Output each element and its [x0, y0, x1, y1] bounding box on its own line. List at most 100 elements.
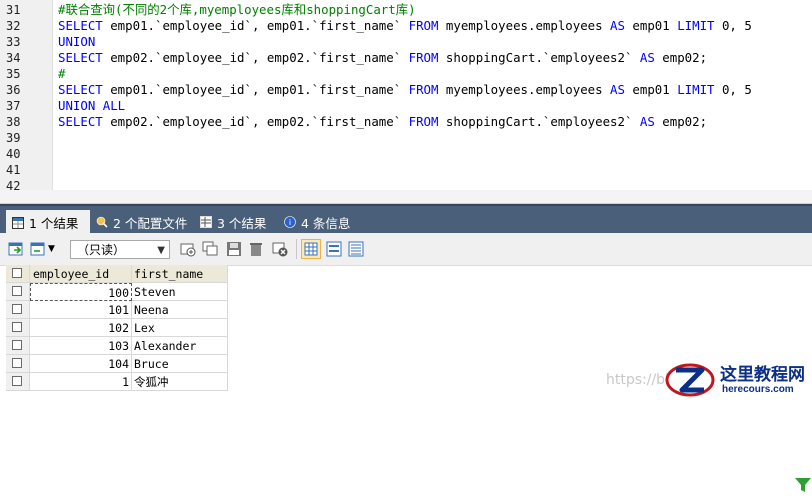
form-view-icon[interactable] [326, 241, 342, 257]
save-icon[interactable] [226, 241, 242, 257]
cell-employee-id[interactable]: 100 [30, 283, 132, 301]
sql-keyword: UNION ALL [58, 98, 126, 113]
sql-token: emp02.`employee_id`, emp02.`first_name` [102, 114, 409, 129]
tab-results-3[interactable]: 3 个结果 [194, 210, 274, 234]
readonly-select[interactable]: （只读） ▼ [70, 240, 170, 259]
cell-employee-id[interactable]: 101 [30, 301, 132, 319]
sql-token: emp01.`employee_id`, emp01.`first_name` [102, 82, 409, 97]
sql-token: emp01 [624, 82, 678, 97]
sql-token: emp01.`employee_id`, emp01.`first_name` [102, 18, 409, 33]
import-grid-icon[interactable] [30, 241, 46, 257]
select-all-checkbox[interactable] [6, 265, 30, 283]
sql-keyword: FROM [408, 18, 439, 33]
code-line[interactable]: 32 SELECT emp01.`employee_id`, emp01.`fir… [0, 18, 812, 34]
code-line[interactable]: 33 UNION [0, 34, 812, 50]
export-grid-icon[interactable] [8, 241, 24, 257]
line-number: 34 [6, 51, 21, 65]
row-checkbox[interactable] [6, 373, 30, 391]
row-checkbox[interactable] [6, 301, 30, 319]
sql-keyword: SELECT [58, 82, 103, 97]
cell-first-name[interactable]: Lex [132, 319, 228, 337]
duplicate-row-icon[interactable] [202, 241, 218, 257]
logo-subtitle: herecours.com [722, 384, 794, 395]
sql-editor[interactable]: 31 #联合查询(不同的2个库,myemployees库和shoppingCart… [0, 0, 812, 204]
code-line[interactable]: 40 [0, 146, 812, 162]
row-checkbox[interactable] [6, 337, 30, 355]
sql-keyword: FROM [408, 50, 439, 65]
dropdown-arrow-icon[interactable]: ▼ [48, 241, 58, 257]
cell-employee-id[interactable]: 102 [30, 319, 132, 337]
code-line[interactable]: 39 [0, 130, 812, 146]
sql-keyword: SELECT [58, 114, 103, 129]
sql-keyword: SELECT [58, 18, 103, 33]
code-text: UNION [58, 34, 95, 50]
line-number: 32 [6, 19, 21, 33]
sql-token: emp01 [624, 18, 678, 33]
column-header-first-name[interactable]: first_name [132, 265, 228, 283]
column-header-employee-id[interactable]: employee_id [30, 265, 132, 283]
cancel-changes-icon[interactable] [272, 241, 288, 257]
cell-first-name[interactable]: 令狐冲 [132, 373, 228, 391]
line-number: 37 [6, 99, 21, 113]
cell-employee-id[interactable]: 1 [30, 373, 132, 391]
line-number: 40 [6, 147, 21, 161]
line-number: 41 [6, 163, 21, 177]
sql-keyword: UNION [58, 34, 96, 49]
line-number: 35 [6, 67, 21, 81]
text-view-icon[interactable] [348, 241, 364, 257]
logo-title: 这里教程网 [720, 365, 805, 385]
sql-keyword: FROM [408, 114, 439, 129]
row-checkbox[interactable] [6, 319, 30, 337]
tab-label: 2 个配置文件 [113, 215, 188, 231]
svg-text:i: i [289, 218, 291, 227]
code-line[interactable]: 35 # [0, 66, 812, 82]
sql-token: emp02.`employee_id`, emp02.`first_name` [102, 50, 409, 65]
sql-keyword: LIMIT [677, 82, 715, 97]
readonly-select-value: （只读） [77, 243, 126, 257]
sql-keyword: LIMIT [677, 18, 715, 33]
cell-first-name[interactable]: Alexander [132, 337, 228, 355]
result-tab-bar: 1 个结果 2 个配置文件 3 个结果 i 4 条信息 [0, 204, 812, 235]
line-number: 36 [6, 83, 21, 97]
row-checkbox[interactable] [6, 283, 30, 301]
sql-keyword: SELECT [58, 50, 103, 65]
tab-messages[interactable]: i 4 条信息 [278, 210, 358, 234]
cell-first-name[interactable]: Neena [132, 301, 228, 319]
sql-token: myemployees.employees [438, 82, 611, 97]
grid-view-button[interactable] [301, 239, 321, 259]
code-text: SELECT emp01.`employee_id`, emp01.`first… [58, 18, 752, 34]
code-text: UNION ALL [58, 98, 125, 114]
row-checkbox[interactable] [6, 355, 30, 373]
code-line[interactable]: 34 SELECT emp02.`employee_id`, emp02.`fir… [0, 50, 812, 66]
sql-token: shoppingCart.`employees2` [438, 114, 640, 129]
cell-first-name[interactable]: Bruce [132, 355, 228, 373]
logo-mark-icon [665, 363, 715, 397]
cell-employee-id[interactable]: 103 [30, 337, 132, 355]
code-text: # [58, 66, 65, 82]
cell-first-name[interactable]: Steven [132, 283, 228, 301]
code-line[interactable]: 37 UNION ALL [0, 98, 812, 114]
cell-employee-id[interactable]: 104 [30, 355, 132, 373]
delete-icon[interactable] [248, 241, 264, 257]
sql-keyword: AS [639, 114, 655, 129]
toolbar-divider [296, 239, 297, 259]
chevron-down-icon: ▼ [157, 245, 165, 256]
code-line[interactable]: 36 SELECT emp01.`employee_id`, emp01.`fir… [0, 82, 812, 98]
code-text: #联合查询(不同的2个库,myemployees库和shoppingCart库) [58, 2, 416, 18]
line-number: 31 [6, 3, 21, 17]
line-number: 38 [6, 115, 21, 129]
tab-results-1[interactable]: 1 个结果 [6, 210, 90, 235]
tab-label: 1 个结果 [29, 216, 79, 231]
editor-horizontal-scrollbar[interactable] [0, 190, 812, 203]
sql-keyword: FROM [408, 82, 439, 97]
code-text: SELECT emp01.`employee_id`, emp01.`first… [58, 82, 752, 98]
code-line[interactable]: 31 #联合查询(不同的2个库,myemployees库和shoppingCart… [0, 2, 812, 18]
site-logo: 这里教程网 herecours.com [664, 358, 812, 402]
code-line[interactable]: 38 SELECT emp02.`employee_id`, emp02.`fir… [0, 114, 812, 130]
insert-row-icon[interactable] [180, 241, 196, 257]
tab-profiles[interactable]: 2 个配置文件 [90, 210, 194, 234]
result-toolbar: ▼ （只读） ▼ [0, 233, 812, 492]
code-line[interactable]: 41 [0, 162, 812, 178]
filter-icon[interactable] [795, 477, 811, 492]
info-table-icon [200, 216, 212, 228]
